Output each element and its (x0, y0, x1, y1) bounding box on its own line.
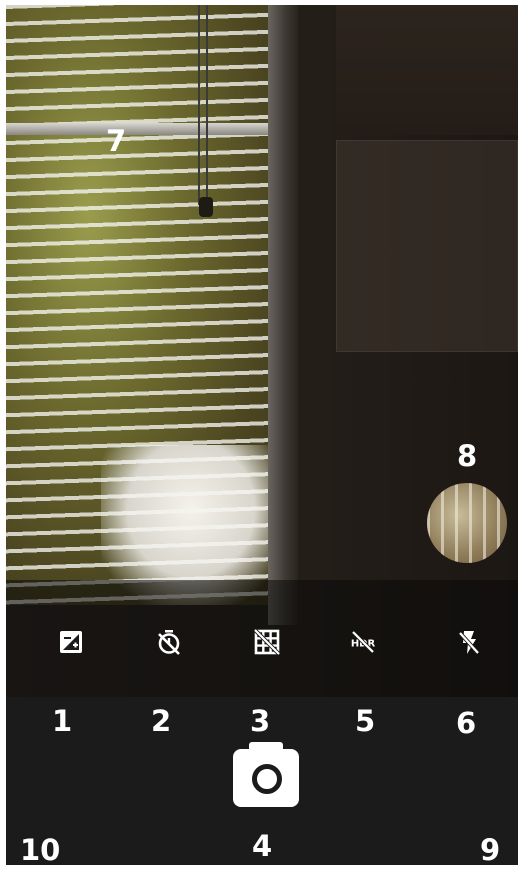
timer-label: 2 (151, 704, 172, 738)
corner-label-right: 9 (480, 833, 501, 865)
timer-button[interactable] (147, 620, 191, 664)
flash-off-icon (458, 631, 480, 655)
viewfinder-background-shelf (336, 5, 518, 135)
viewfinder-cord-knob (199, 197, 213, 217)
viewfinder-blind-cord (206, 5, 208, 205)
viewfinder-background-paper (336, 140, 518, 352)
viewfinder-window-side (268, 5, 298, 625)
shutter-button[interactable] (233, 742, 299, 807)
thumbnail-label: 8 (457, 439, 478, 473)
viewfinder-label: 7 (106, 124, 127, 158)
grid-off-icon (253, 628, 281, 656)
hdr-button[interactable]: HDR (341, 620, 385, 664)
camera-icon (252, 764, 282, 794)
viewfinder[interactable]: 7 8 (6, 5, 518, 697)
timer-off-icon (158, 630, 180, 655)
flash-label: 6 (456, 706, 477, 740)
gallery-thumbnail[interactable] (427, 483, 507, 563)
grid-label: 3 (250, 704, 271, 738)
exposure-icon (60, 631, 82, 653)
grid-button[interactable] (245, 620, 289, 664)
viewfinder-blinds (6, 5, 281, 605)
corner-label-left: 10 (20, 833, 61, 865)
settings-row: HDR (6, 605, 518, 695)
camera-screen: 7 8 1 2 3 5 6 10 4 9 (6, 5, 518, 865)
viewfinder-blind-cord (198, 5, 200, 205)
shutter-label: 4 (252, 829, 273, 863)
viewfinder-window-frame (6, 123, 281, 135)
flash-button[interactable] (447, 620, 491, 664)
hdr-off-icon: HDR (351, 630, 375, 654)
exposure-label: 1 (52, 704, 73, 738)
control-bar: 1 2 3 5 6 10 4 9 (6, 697, 518, 865)
exposure-button[interactable] (49, 620, 93, 664)
camera-icon-top (249, 742, 283, 752)
hdr-label: 5 (355, 704, 376, 738)
